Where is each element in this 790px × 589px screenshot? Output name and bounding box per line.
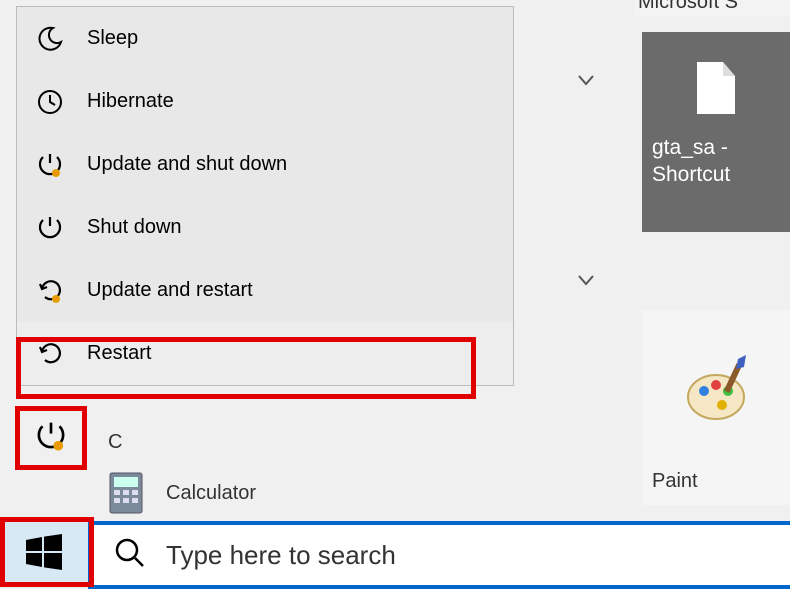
highlight-box-power [15, 406, 87, 470]
power-menu-update-shutdown[interactable]: Update and shut down [17, 133, 513, 196]
clock-icon [35, 87, 65, 117]
start-section-header[interactable]: C [108, 431, 122, 454]
menu-item-label: Update and shut down [87, 153, 287, 176]
calculator-icon [108, 473, 144, 513]
paint-icon [680, 355, 752, 432]
search-bar[interactable]: Type here to search [88, 521, 790, 589]
search-icon [114, 537, 146, 574]
power-menu-sleep[interactable]: Sleep [17, 7, 513, 70]
file-icon [695, 62, 737, 119]
power-menu-update-restart[interactable]: Update and restart [17, 259, 513, 322]
tile-gta-shortcut[interactable]: gta_sa -Shortcut [642, 32, 790, 232]
restart-update-icon [35, 276, 65, 306]
search-placeholder: Type here to search [166, 540, 396, 571]
power-menu-shutdown[interactable]: Shut down [17, 196, 513, 259]
power-icon [35, 213, 65, 243]
power-update-icon [35, 150, 65, 180]
start-app-calculator[interactable]: Calculator [108, 473, 256, 513]
menu-item-label: Sleep [87, 27, 138, 50]
taskbar: Type here to search [0, 521, 790, 587]
menu-item-label: Shut down [87, 216, 182, 239]
chevron-down-icon[interactable] [574, 68, 598, 92]
highlight-box-restart [16, 337, 476, 399]
menu-item-label: Hibernate [87, 90, 174, 113]
chevron-down-icon[interactable] [574, 268, 598, 292]
tile-paint[interactable]: Paint [642, 310, 790, 505]
app-label: Calculator [166, 482, 256, 505]
highlight-box-start [0, 517, 94, 587]
tile-header-cropped: Microsoft S [634, 0, 790, 16]
power-menu: Sleep Hibernate Update and shut down Shu… [16, 6, 514, 386]
tile-label: Paint [652, 470, 698, 493]
moon-icon [35, 24, 65, 54]
section-label: C [108, 431, 122, 454]
menu-item-label: Update and restart [87, 279, 253, 302]
power-menu-hibernate[interactable]: Hibernate [17, 70, 513, 133]
tile-label: gta_sa -Shortcut [642, 134, 730, 189]
